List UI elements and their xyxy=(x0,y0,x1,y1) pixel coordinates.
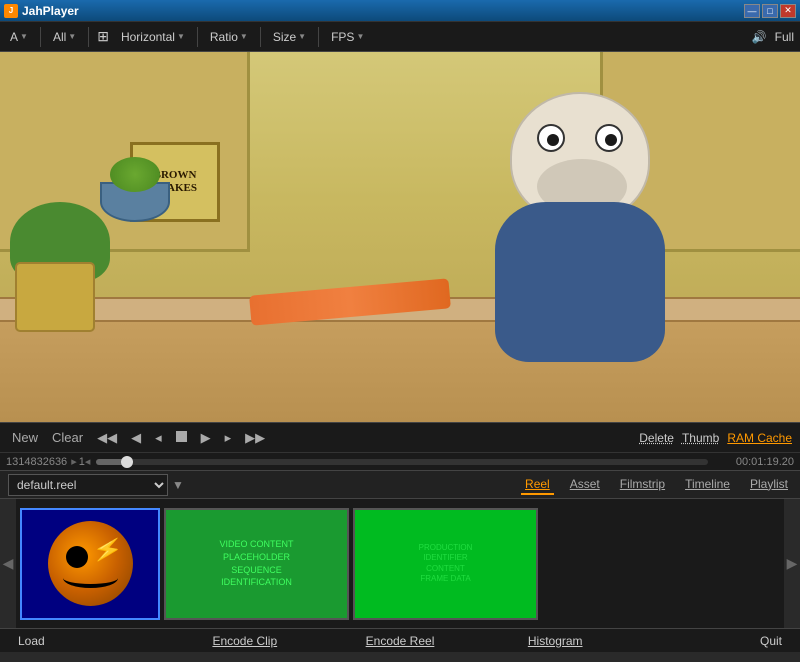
horizontal-arrow-icon: ▼ xyxy=(177,32,185,41)
size-dropdown[interactable]: Size ▼ xyxy=(269,28,310,46)
volume-icon[interactable]: 🔊 xyxy=(752,30,767,44)
layout-icon: ⊞ xyxy=(97,28,109,45)
thumb3-content: PRODUCTIONIDENTIFIERCONTENTFRAME DATA xyxy=(355,510,536,618)
play-button[interactable]: ▶ xyxy=(197,428,215,448)
encode-clip-button[interactable]: Encode Clip xyxy=(167,632,322,650)
ratio-arrow-icon: ▼ xyxy=(240,32,248,41)
dog-left-pupil xyxy=(547,134,559,146)
toolbar: A ▼ All ▼ ⊞ Horizontal ▼ Ratio ▼ Size ▼ … xyxy=(0,22,800,52)
thumbnail-item-1[interactable]: ⚡ xyxy=(20,508,160,620)
progress-track[interactable] xyxy=(96,459,708,465)
tab-reel[interactable]: Reel xyxy=(521,475,554,495)
close-button[interactable]: ✕ xyxy=(780,4,796,18)
a-label: A xyxy=(10,30,18,44)
frame-number: 1314832636▸1◂ xyxy=(6,455,90,468)
title-left: J JahPlayer xyxy=(4,4,79,18)
window-controls: — □ ✕ xyxy=(744,4,796,18)
fps-dropdown[interactable]: FPS ▼ xyxy=(327,28,368,46)
toolbar-sep-3 xyxy=(197,27,198,47)
next-step-button[interactable]: ▸ xyxy=(221,428,236,448)
size-arrow-icon: ▼ xyxy=(298,32,306,41)
all-label: All xyxy=(53,30,66,44)
quit-button[interactable]: Quit xyxy=(633,632,788,650)
tab-filmstrip[interactable]: Filmstrip xyxy=(616,475,669,495)
prev-fast-button[interactable]: ◀◀ xyxy=(93,428,121,448)
toolbar-sep-5 xyxy=(318,27,319,47)
ram-cache-button[interactable]: RAM Cache xyxy=(727,431,792,445)
progress-thumb[interactable] xyxy=(121,456,133,468)
tab-asset[interactable]: Asset xyxy=(566,475,604,495)
thumb2-content: VIDEO CONTENTPLACEHOLDERSEQUENCEIDENTIFI… xyxy=(166,510,347,618)
tab-playlist[interactable]: Playlist xyxy=(746,475,792,495)
load-button[interactable]: Load xyxy=(12,632,167,650)
stop-button[interactable] xyxy=(172,428,191,447)
prev-button[interactable]: ◀ xyxy=(127,428,145,448)
thumbnail-strip: ◀ ⚡ VIDEO CONTENTPLACEHOLDERSEQUENCEIDEN… xyxy=(0,498,800,628)
a-dropdown[interactable]: A ▼ xyxy=(6,28,32,46)
basket xyxy=(15,262,95,332)
next-fast-button[interactable]: ▶▶ xyxy=(241,428,269,448)
encode-reel-button[interactable]: Encode Reel xyxy=(322,632,477,650)
horizontal-label: Horizontal xyxy=(121,30,175,44)
histogram-button[interactable]: Histogram xyxy=(478,632,633,650)
tab-timeline[interactable]: Timeline xyxy=(681,475,734,495)
progress-bar-row: 1314832636▸1◂ 00:01:19.20 xyxy=(0,452,800,470)
reel-bar: default.reel ▼ Reel Asset Filmstrip Time… xyxy=(0,470,800,498)
bottom-bar: Load Encode Clip Encode Reel Histogram Q… xyxy=(0,628,800,652)
fps-label: FPS xyxy=(331,30,354,44)
video-frame: BROWN FLAKES xyxy=(0,52,800,422)
ratio-dropdown[interactable]: Ratio ▼ xyxy=(206,28,252,46)
mask-smile xyxy=(63,568,118,588)
mask-eye xyxy=(66,546,88,568)
thumb2-text: VIDEO CONTENTPLACEHOLDERSEQUENCEIDENTIFI… xyxy=(215,534,297,592)
dog-right-pupil xyxy=(605,134,617,146)
reel-tabs: Reel Asset Filmstrip Timeline Playlist xyxy=(521,475,792,495)
toolbar-sep-1 xyxy=(40,27,41,47)
dog-torso xyxy=(495,202,665,362)
reel-dropdown-icon[interactable]: ▼ xyxy=(172,478,184,492)
mask-logo: ⚡ xyxy=(48,521,133,606)
all-dropdown[interactable]: All ▼ xyxy=(49,28,80,46)
horizontal-dropdown[interactable]: Horizontal ▼ xyxy=(117,28,189,46)
prev-step-button[interactable]: ◂ xyxy=(151,428,166,448)
strip-next-button[interactable]: ▶ xyxy=(784,499,800,628)
timecode: 00:01:19.20 xyxy=(714,456,794,468)
thumb1-background: ⚡ xyxy=(22,510,158,618)
thumbnail-item-2[interactable]: VIDEO CONTENTPLACEHOLDERSEQUENCEIDENTIFI… xyxy=(164,508,349,620)
dog-left-eye xyxy=(537,124,565,152)
toolbar-sep-4 xyxy=(260,27,261,47)
toolbar-sep-2 xyxy=(88,27,89,47)
a-arrow-icon: ▼ xyxy=(20,32,28,41)
strip-prev-button[interactable]: ◀ xyxy=(0,499,16,628)
new-button[interactable]: New xyxy=(8,428,42,447)
thumbnail-item-3[interactable]: PRODUCTIONIDENTIFIERCONTENTFRAME DATA xyxy=(353,508,538,620)
clear-button[interactable]: Clear xyxy=(48,428,87,447)
mask-bolt-icon: ⚡ xyxy=(90,534,124,568)
control-right: Delete Thumb RAM Cache xyxy=(639,431,792,445)
dog-right-eye xyxy=(595,124,623,152)
delete-button[interactable]: Delete xyxy=(639,431,674,445)
dog-character xyxy=(480,92,680,372)
thumbnail-items: ⚡ VIDEO CONTENTPLACEHOLDERSEQUENCEIDENTI… xyxy=(16,499,784,628)
thumb3-text: PRODUCTIONIDENTIFIERCONTENTFRAME DATA xyxy=(415,539,477,589)
control-bar: New Clear ◀◀ ◀ ◂ ▶ ▸ ▶▶ Delete Thumb RAM… xyxy=(0,422,800,452)
full-button[interactable]: Full xyxy=(775,30,794,44)
reel-selector[interactable]: default.reel xyxy=(8,474,168,496)
thumb-button[interactable]: Thumb xyxy=(682,431,719,445)
window-title: JahPlayer xyxy=(22,4,79,18)
maximize-button[interactable]: □ xyxy=(762,4,778,18)
size-label: Size xyxy=(273,30,296,44)
video-player: BROWN FLAKES xyxy=(0,52,800,422)
all-arrow-icon: ▼ xyxy=(68,32,76,41)
app-icon: J xyxy=(4,4,18,18)
minimize-button[interactable]: — xyxy=(744,4,760,18)
ratio-label: Ratio xyxy=(210,30,238,44)
fps-arrow-icon: ▼ xyxy=(356,32,364,41)
title-bar: J JahPlayer — □ ✕ xyxy=(0,0,800,22)
vegetable-area xyxy=(5,172,185,332)
